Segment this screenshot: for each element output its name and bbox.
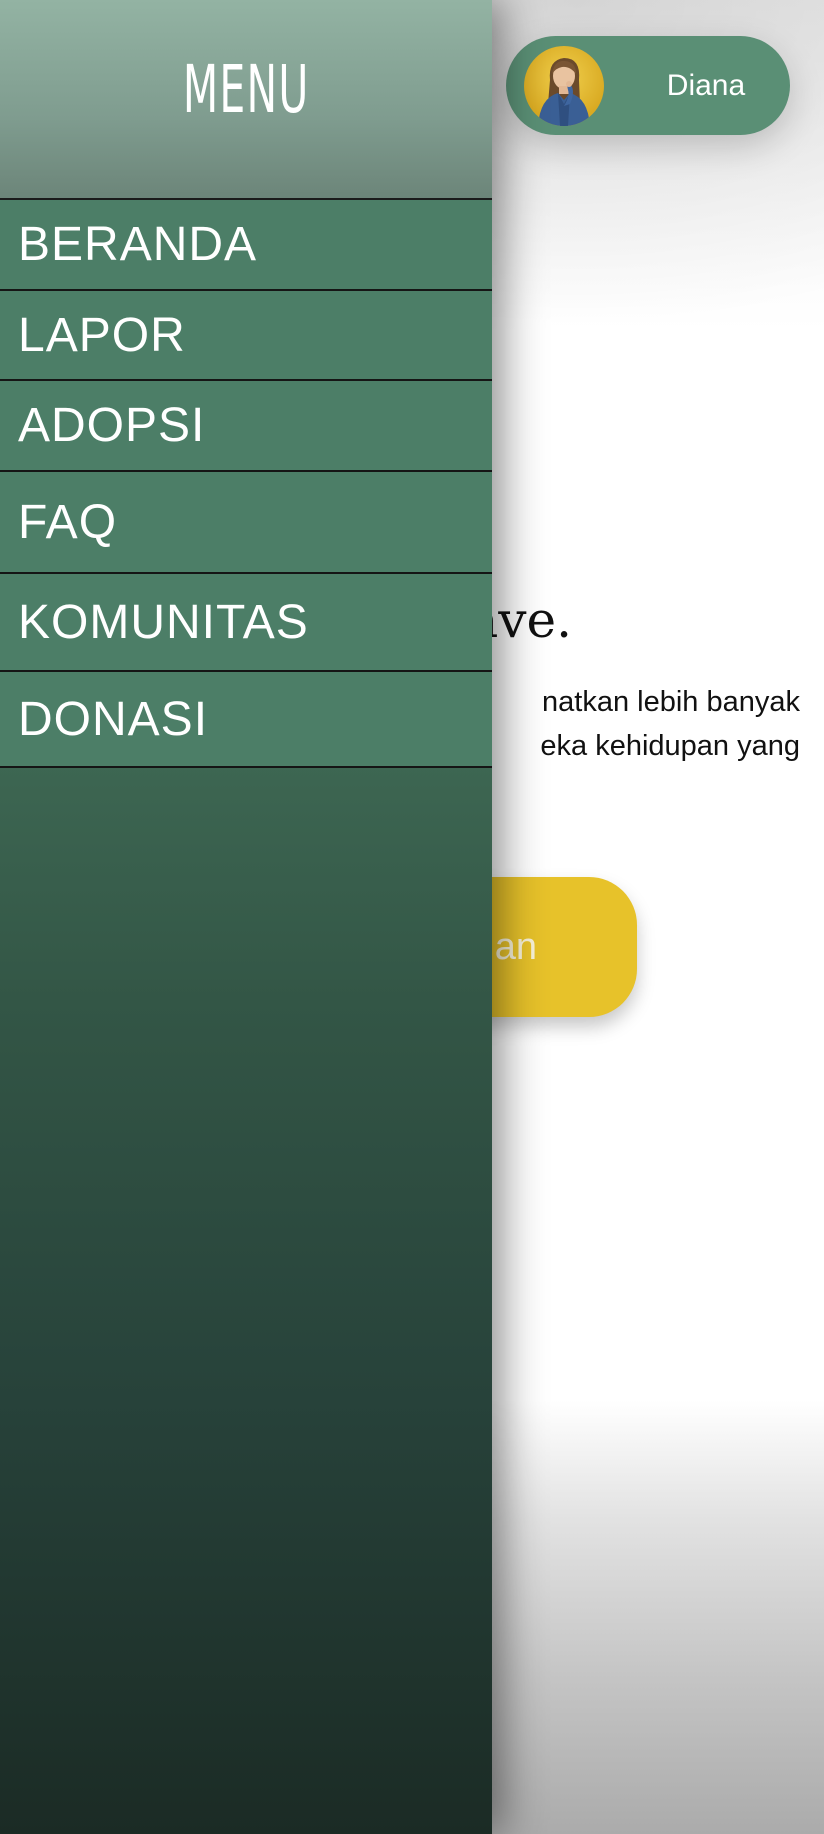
profile-button[interactable]: Diana xyxy=(506,36,790,135)
menu-item-label: ADOPSI xyxy=(18,399,206,452)
hero-cta-label: an xyxy=(494,925,537,968)
menu-item-adopsi[interactable]: ADOPSI xyxy=(0,381,492,472)
menu-item-label: DONASI xyxy=(18,692,209,746)
menu-item-label: BERANDA xyxy=(18,218,258,271)
menu-item-beranda[interactable]: BERANDA xyxy=(0,200,492,291)
navigation-drawer: MENU BERANDA LAPOR ADOPSI FAQ KOMUNITAS … xyxy=(0,0,492,1834)
menu-item-label: LAPOR xyxy=(18,308,186,362)
menu-item-label: KOMUNITAS xyxy=(18,595,309,649)
menu-item-faq[interactable]: FAQ xyxy=(0,472,492,574)
user-avatar xyxy=(524,46,604,126)
menu-item-label: FAQ xyxy=(18,495,118,549)
drawer-header: MENU xyxy=(0,0,492,200)
user-avatar-icon xyxy=(538,58,590,126)
profile-name: Diana xyxy=(666,68,746,102)
menu-item-lapor[interactable]: LAPOR xyxy=(0,291,492,381)
menu-item-komunitas[interactable]: KOMUNITAS xyxy=(0,574,492,672)
menu-title: MENU xyxy=(182,50,310,128)
menu-item-donasi[interactable]: DONASI xyxy=(0,672,492,768)
